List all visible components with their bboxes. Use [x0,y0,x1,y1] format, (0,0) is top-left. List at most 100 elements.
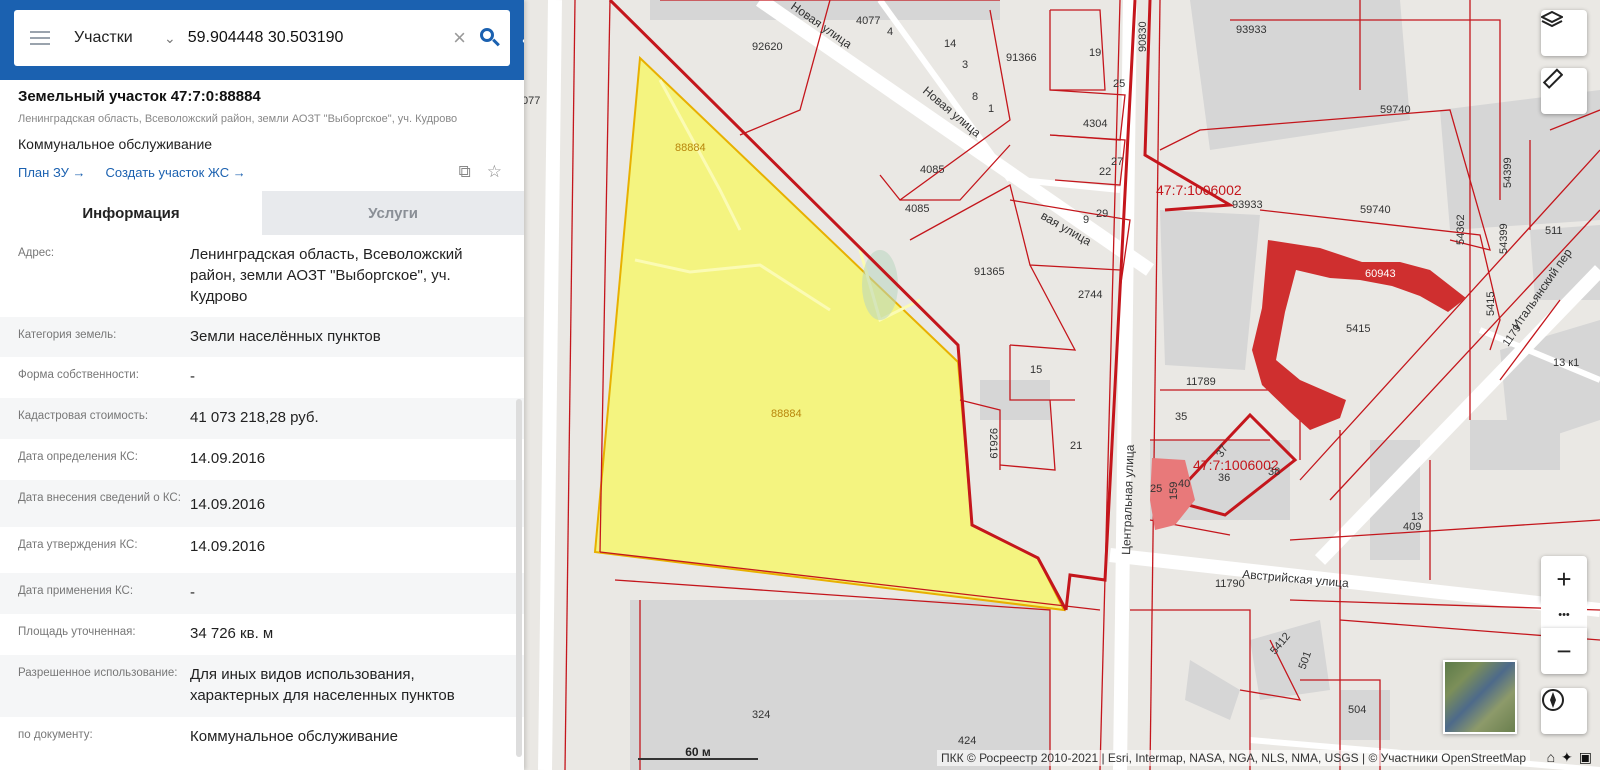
plot-header: Земельный участок 47:7:0:88884 Ленинград… [0,80,524,182]
measure-button[interactable] [1541,68,1587,114]
map-bottom-tools: ⌂ ✦ ▣ [1547,749,1592,766]
svg-text:92620: 92620 [752,41,783,53]
svg-text:91366: 91366 [1006,52,1037,64]
info-label: Дата определения КС: [18,451,138,463]
satellite-minimap[interactable] [1443,660,1517,734]
label-plot-top: 88884 [675,142,706,154]
sidebar-scrollbar[interactable] [516,399,522,757]
svg-text:8: 8 [972,91,978,103]
svg-text:409: 409 [1403,521,1421,533]
zoom-more-button[interactable]: ••• [1541,602,1587,628]
tab-services[interactable]: Услуги [262,191,524,235]
info-value: 14.09.2016 [190,538,266,555]
svg-text:5415: 5415 [1485,292,1497,316]
svg-text:93933: 93933 [1236,24,1267,36]
info-row: Площадь уточненная: 34 726 кв. м [0,614,524,655]
search-input[interactable] [187,29,428,47]
svg-text:159: 159 [1168,482,1180,500]
compass-icon [1542,689,1564,711]
info-value: Земли населённых пунктов [190,328,381,345]
search-type-select[interactable]: Участки [74,29,164,47]
svg-text:60943: 60943 [1365,268,1396,280]
tab-info[interactable]: Информация [0,191,262,235]
label-plot-center: 88884 [771,408,802,420]
info-row: Разрешенное использование: Для иных видо… [0,655,524,717]
info-value: 41 073 218,28 руб. [190,409,319,426]
svg-text:22: 22 [1099,166,1111,178]
layers-icon [1541,10,1563,28]
svg-text:504: 504 [1348,704,1366,716]
svg-text:25: 25 [1113,78,1125,90]
info-label: Кадастровая стоимость: [18,410,149,422]
map-attribution: ПКК © Росреестр 2010-2021 | Esri, Interm… [936,750,1530,766]
home-icon[interactable]: ⌂ [1547,749,1555,766]
svg-text:35: 35 [1175,411,1187,423]
info-row: Адрес: Ленинградская область, Всеволожск… [0,235,524,317]
star-icon[interactable]: ☆ [487,162,502,182]
svg-text:54399: 54399 [1498,223,1510,254]
svg-text:92619: 92619 [987,428,999,459]
scale-bar: 60 м [638,746,758,760]
info-label: Дата применения КС: [18,585,134,597]
info-table: Адрес: Ленинградская область, Всеволожск… [0,235,524,761]
info-row: Дата применения КС: - [0,573,524,614]
plan-link[interactable]: План ЗУ → [18,165,86,180]
create-plot-link[interactable]: Создать участок ЖС → [106,165,246,180]
svg-text:11789: 11789 [1186,376,1216,388]
search-icon[interactable] [478,26,502,50]
svg-text:511: 511 [1545,225,1563,237]
svg-text:4085: 4085 [905,203,929,215]
search-bar: Участки ⌄ × ‹ [0,0,524,80]
svg-text:27: 27 [1111,156,1123,168]
svg-text:424: 424 [958,735,976,747]
compass-button[interactable] [1541,688,1587,734]
info-value: - [190,584,195,601]
clear-icon[interactable]: × [453,25,466,51]
svg-text:14: 14 [944,38,956,50]
info-value: 14.09.2016 [190,450,266,467]
chevron-down-icon[interactable]: ⌄ [164,30,176,47]
hamburger-menu-icon[interactable] [30,31,50,45]
plot-use: Коммунальное обслуживание [18,136,213,152]
info-row: по документу: Коммунальное обслуживание [0,717,524,761]
info-row: Дата определения КС: 14.09.2016 [0,439,524,480]
fullscreen-icon[interactable]: ▣ [1579,749,1592,766]
svg-text:4077: 4077 [856,15,880,27]
info-value: Для иных видов использования, характерны… [190,666,455,704]
svg-text:93933: 93933 [1232,199,1263,211]
plot-address: Ленинградская область, Всеволожский райо… [18,113,458,125]
search-box: Участки ⌄ × [14,10,510,66]
plot-title: Земельный участок 47:7:0:88884 [18,88,261,105]
info-value: Ленинградская область, Всеволожский райо… [190,246,463,305]
svg-text:54362: 54362 [1455,214,1467,245]
locate-icon[interactable]: ✦ [1561,749,1573,766]
svg-text:4: 4 [887,26,893,38]
svg-text:25: 25 [1150,483,1162,495]
zoom-in-button[interactable]: + [1541,556,1587,602]
collapse-sidebar-icon[interactable]: ‹ [514,22,524,58]
svg-text:077: 077 [522,95,540,107]
document-search-icon[interactable]: ⧉ [459,162,471,182]
tabs: Информация Услуги [0,191,524,235]
svg-text:13 к1: 13 к1 [1553,357,1579,369]
info-row: Форма собственности: - [0,357,524,398]
info-label: Форма собственности: [18,369,139,381]
svg-text:4085: 4085 [920,164,944,176]
svg-text:59740: 59740 [1380,104,1411,116]
layers-button[interactable] [1541,10,1587,56]
info-label: по документу: [18,729,93,741]
svg-text:324: 324 [752,709,770,721]
info-value: Коммунальное обслуживание [190,728,398,745]
svg-text:21: 21 [1070,440,1082,452]
svg-text:15: 15 [1030,364,1042,376]
info-row: Категория земель: Земли населённых пункт… [0,317,524,357]
app: 88884 88884 077 92620 4077 4 14 3 8 1 91… [0,0,1600,770]
info-row: Кадастровая стоимость: 41 073 218,28 руб… [0,398,524,439]
svg-text:3: 3 [962,59,968,71]
svg-text:2744: 2744 [1078,289,1102,301]
info-label: Категория земель: [18,329,117,341]
svg-text:1: 1 [988,103,994,115]
zoom-out-button[interactable]: − [1541,628,1587,674]
info-label: Площадь уточненная: [18,626,136,638]
info-value: 14.09.2016 [190,496,266,513]
